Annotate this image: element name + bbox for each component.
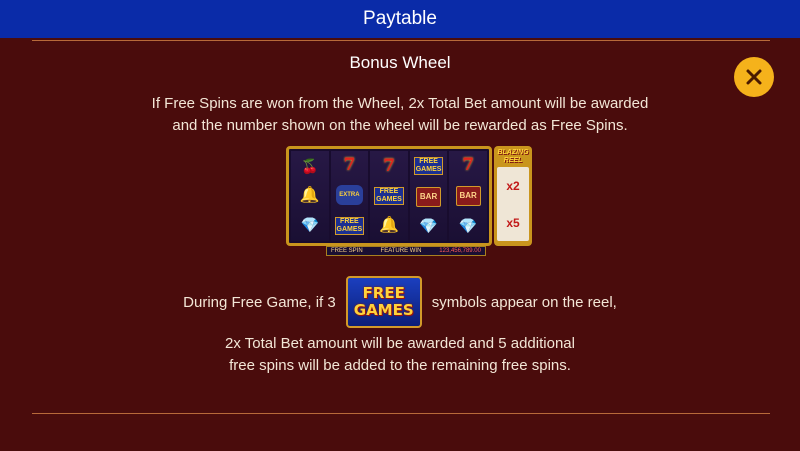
seven-icon: 7 — [462, 155, 475, 176]
multiplier-x5: x5 — [506, 215, 520, 230]
reel-3: 7 FREE GAMES 🔔 — [370, 151, 408, 241]
description-line: If Free Spins are won from the Wheel, 2x… — [151, 95, 649, 112]
slot-machine-illustration: 🍒 🔔 💎 7 EXTRA FREE GAMES 7 FREE GAMES 🔔 … — [286, 146, 532, 258]
bottom-divider — [32, 413, 770, 414]
machine-status-bar: FREE SPIN FEATURE WIN 123,456,789.00 — [326, 246, 486, 256]
feature-win-value: 123,456,789.00 — [439, 248, 481, 254]
diamond-icon: 💎 — [458, 217, 478, 235]
multiplier-x2: x2 — [506, 178, 520, 193]
reel-5: 7 BAR 💎 — [449, 151, 487, 241]
reel-2: 7 EXTRA FREE GAMES — [330, 151, 369, 241]
description-paragraph-1: If Free Spins are won from the Wheel, 2x… — [0, 93, 800, 137]
extra-icon: EXTRA — [336, 185, 363, 205]
feature-win-label: FEATURE WIN — [380, 248, 422, 254]
rule-text-before: During Free Game, if 3 — [183, 293, 336, 311]
bell-icon: 🔔 — [299, 187, 320, 204]
description-line: free spins will be added to the remainin… — [229, 357, 571, 374]
diamond-icon: 💎 — [419, 218, 438, 235]
section-heading: Bonus Wheel — [349, 53, 451, 72]
bar-icon: BAR — [415, 187, 442, 207]
free-game-rule-row: During Free Game, if 3 FREE GAMES symbol… — [0, 274, 800, 330]
free-games-symbol-small: FREE GAMES — [374, 186, 404, 205]
description-line: 2x Total Bet amount will be awarded and … — [225, 335, 575, 352]
free-spin-label: FREE SPIN — [331, 248, 363, 254]
free-games-symbol: FREE GAMES — [345, 276, 422, 328]
title-bar: Paytable — [0, 0, 800, 38]
bonus-reel-strip: x2 x5 — [497, 167, 529, 241]
free-games-symbol-small: FREE GAMES — [334, 217, 365, 235]
reel-1: 🍒 🔔 💎 — [291, 151, 329, 241]
reel-frame: 🍒 🔔 💎 7 EXTRA FREE GAMES 7 FREE GAMES 🔔 … — [286, 146, 492, 246]
bar-icon: BAR — [455, 185, 481, 206]
description-paragraph-3: 2x Total Bet amount will be awarded and … — [0, 333, 800, 377]
rule-text-after: symbols appear on the reel, — [431, 293, 617, 311]
cherry-icon: 🍒 — [301, 158, 319, 174]
blazing-reel-logo: BLAZING REEL — [497, 149, 529, 164]
free-games-symbol-small: FREE GAMES — [413, 157, 444, 175]
seven-icon: 7 — [343, 155, 356, 175]
bell-icon: 🔔 — [379, 217, 399, 235]
seven-icon: 7 — [383, 155, 395, 176]
diamond-icon: 💎 — [300, 217, 320, 234]
bonus-reel: BLAZING REEL x2 x5 — [494, 146, 532, 246]
reel-4: FREE GAMES BAR 💎 — [409, 151, 448, 241]
description-line: and the number shown on the wheel will b… — [172, 117, 628, 134]
top-divider — [32, 40, 770, 41]
page-title: Paytable — [363, 8, 437, 29]
